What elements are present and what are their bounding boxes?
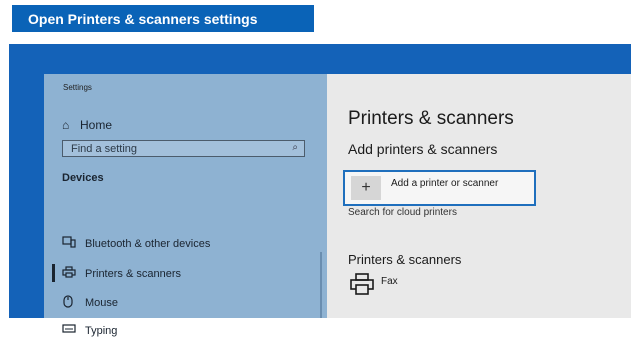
keyboard-icon bbox=[62, 324, 85, 337]
add-printer-button[interactable]: + Add a printer or scanner bbox=[343, 170, 536, 206]
sidebar-item-label: Mouse bbox=[85, 297, 119, 309]
nav-home[interactable]: ⌂ Home bbox=[62, 118, 112, 132]
search-input[interactable]: Find a setting ⌕ bbox=[62, 140, 305, 157]
settings-content: Printers & scanners Add printers & scann… bbox=[327, 74, 631, 318]
selection-indicator bbox=[52, 264, 55, 282]
sidebar-item-label: Printers & scanners bbox=[85, 267, 181, 280]
search-icon: ⌕ bbox=[292, 142, 298, 153]
nav-home-label: Home bbox=[80, 118, 113, 132]
home-icon: ⌂ bbox=[62, 118, 70, 132]
plus-icon: + bbox=[351, 176, 381, 200]
printers-list-heading: Printers & scanners bbox=[348, 252, 462, 267]
section-heading-devices: Devices bbox=[62, 172, 104, 184]
add-printer-label: Add a printer or scanner bbox=[391, 178, 499, 189]
printer-list-item-fax[interactable]: Fax bbox=[381, 276, 398, 287]
add-section-heading: Add printers & scanners bbox=[348, 141, 498, 157]
page-title: Printers & scanners bbox=[348, 108, 514, 129]
sidebar-item-label: Bluetooth & other devices bbox=[85, 237, 211, 250]
printer-icon bbox=[349, 272, 375, 296]
search-cloud-printers-link[interactable]: Search for cloud printers bbox=[348, 207, 457, 218]
bluetooth-devices-icon bbox=[62, 236, 85, 251]
printer-icon bbox=[62, 266, 85, 281]
settings-window-frame: Settings ⌂ Home Find a setting ⌕ Devices… bbox=[9, 44, 631, 337]
banner-heading: Open Printers & scanners settings bbox=[12, 5, 314, 32]
settings-sidebar: Settings ⌂ Home Find a setting ⌕ Devices… bbox=[44, 74, 327, 337]
sidebar-item-mouse[interactable]: Mouse bbox=[62, 295, 118, 311]
window-title: Settings bbox=[63, 83, 92, 92]
sidebar-scrollbar[interactable] bbox=[320, 252, 322, 318]
search-placeholder: Find a setting bbox=[71, 142, 138, 155]
sidebar-item-printers[interactable]: Printers & scanners bbox=[62, 266, 181, 281]
sidebar-item-typing[interactable]: Typing bbox=[62, 324, 117, 337]
mouse-icon bbox=[62, 295, 85, 311]
sidebar-item-label: Typing bbox=[85, 324, 118, 337]
sidebar-item-bluetooth[interactable]: Bluetooth & other devices bbox=[62, 236, 210, 251]
